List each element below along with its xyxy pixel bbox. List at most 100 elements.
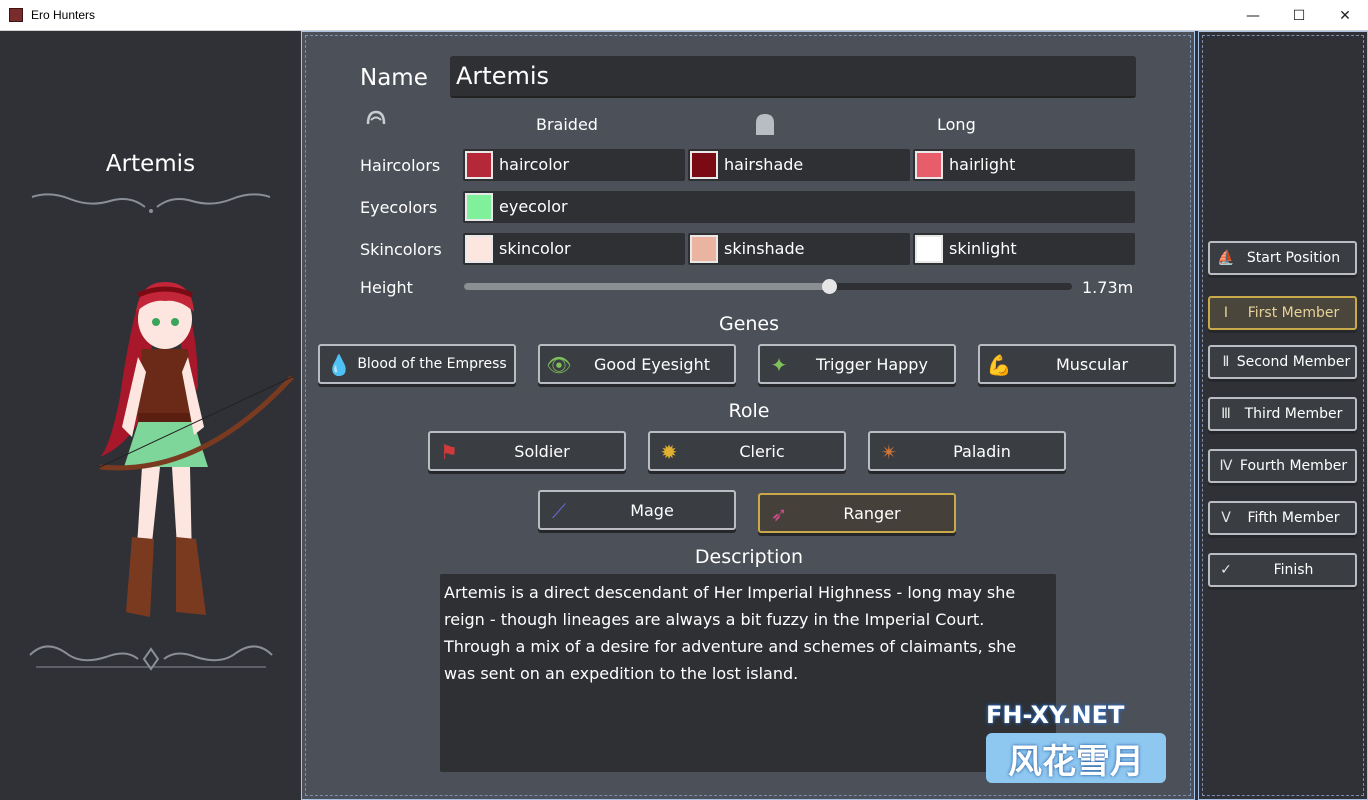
height-slider-knob[interactable] [821, 279, 837, 294]
gene-trigger-happy-button[interactable]: ✦ Trigger Happy [758, 344, 956, 384]
blood-drop-icon: 💧 [326, 353, 352, 377]
genes-heading: Genes [718, 313, 780, 335]
name-label: Name [360, 65, 428, 91]
haircolor-field[interactable]: haircolor [463, 149, 685, 181]
character-name-heading: Artemis [105, 151, 196, 177]
height-label: Height [360, 278, 413, 297]
name-input[interactable]: Artemis [450, 56, 1136, 98]
description-heading: Description [694, 546, 804, 568]
ornament-bottom-icon [26, 635, 276, 684]
skinlight-swatch[interactable] [915, 235, 943, 263]
party-label: First Member [1247, 305, 1340, 321]
cross-sun-icon: ✴ [880, 440, 898, 464]
checkmark-icon: ✓ [1220, 562, 1232, 578]
role-paladin-button[interactable]: ✴ Paladin [868, 431, 1066, 471]
height-slider-fill [464, 283, 829, 290]
sun-icon: ✹ [660, 440, 678, 464]
numeral-iv-icon: Ⅳ [1219, 458, 1233, 474]
numeral-ii-icon: Ⅱ [1222, 354, 1230, 370]
fifth-member-button[interactable]: Ⅴ Fifth Member [1208, 501, 1357, 535]
hairlight-field[interactable]: hairlight [913, 149, 1135, 181]
gene-blood-of-the-empress-button[interactable]: 💧 Blood of the Empress [318, 344, 516, 384]
party-sidebar: ⛵ Start Position Ⅰ First Member Ⅱ Second… [1198, 31, 1368, 800]
role-label: Ranger [843, 503, 901, 523]
minimize-button[interactable]: — [1230, 0, 1276, 31]
staff-icon: ⟋ [552, 499, 566, 523]
skinshade-field[interactable]: skinshade [688, 233, 910, 265]
height-value: 1.73m [1082, 278, 1134, 297]
role-label: Paladin [953, 441, 1011, 461]
gene-good-eyesight-button[interactable]: 👁 Good Eyesight [538, 344, 736, 384]
finish-button[interactable]: ✓ Finish [1208, 553, 1357, 587]
hair-back-style[interactable]: Long [937, 115, 976, 134]
role-heading: Role [728, 400, 770, 422]
skinshade-swatch[interactable] [690, 235, 718, 263]
maximize-button[interactable]: ☐ [1276, 0, 1322, 31]
hairlight-label: hairlight [949, 155, 1016, 174]
party-label: Second Member [1236, 354, 1351, 370]
description-textarea[interactable]: Artemis is a direct descendant of Her Im… [440, 574, 1056, 772]
party-label: Fifth Member [1247, 510, 1340, 526]
haircolor-swatch[interactable] [465, 151, 493, 179]
eyecolor-label: eyecolor [499, 197, 568, 216]
gene-label: Muscular [1055, 354, 1129, 374]
eyecolor-swatch[interactable] [465, 193, 493, 221]
skinlight-label: skinlight [949, 239, 1017, 258]
party-label: Third Member [1244, 406, 1343, 422]
app-icon [9, 8, 23, 22]
party-label: Fourth Member [1239, 458, 1348, 474]
height-slider-track[interactable] [464, 283, 1072, 290]
fourth-member-button[interactable]: Ⅳ Fourth Member [1208, 449, 1357, 483]
role-label: Soldier [514, 441, 570, 461]
hairlight-swatch[interactable] [915, 151, 943, 179]
skincolor-field[interactable]: skincolor [463, 233, 685, 265]
third-member-button[interactable]: Ⅲ Third Member [1208, 397, 1357, 431]
bow-icon: ➶ [770, 502, 788, 526]
hairshade-label: hairshade [724, 155, 804, 174]
gene-label: Blood of the Empress [357, 356, 507, 372]
window-title: Ero Hunters [31, 8, 96, 22]
role-mage-button[interactable]: ⟋ Mage [538, 490, 736, 530]
eyecolor-field[interactable]: eyecolor [463, 191, 1135, 223]
role-label: Mage [630, 500, 674, 520]
numeral-iii-icon: Ⅲ [1221, 406, 1231, 422]
skinshade-label: skinshade [724, 239, 805, 258]
hair-front-style[interactable]: Braided [536, 115, 598, 134]
party-label: Finish [1273, 562, 1314, 578]
hairshade-swatch[interactable] [690, 151, 718, 179]
skinlight-field[interactable]: skinlight [913, 233, 1135, 265]
close-button[interactable]: ✕ [1322, 0, 1368, 31]
watermark-logo: 风花雪月 [986, 733, 1166, 783]
arm-icon: 💪 [986, 353, 1012, 377]
skincolor-swatch[interactable] [465, 235, 493, 263]
eyecolors-label: Eyecolors [360, 198, 438, 217]
hairshade-field[interactable]: hairshade [688, 149, 910, 181]
hair-back-icon[interactable] [753, 113, 777, 140]
watermark: FH-XY.NET 风花雪月 [986, 701, 1166, 783]
numeral-i-icon: Ⅰ [1223, 305, 1229, 321]
pistol-icon: ✦ [770, 353, 788, 377]
banner-icon: ⚑ [440, 440, 458, 464]
gene-label: Trigger Happy [816, 354, 928, 374]
first-member-button[interactable]: Ⅰ First Member [1208, 296, 1357, 330]
skincolor-label: skincolor [499, 239, 571, 258]
ship-icon: ⛵ [1217, 250, 1235, 266]
role-cleric-button[interactable]: ✹ Cleric [648, 431, 846, 471]
hair-front-icon[interactable] [366, 110, 386, 133]
eye-icon: 👁 [546, 353, 572, 377]
skincolors-label: Skincolors [360, 240, 442, 259]
role-ranger-button[interactable]: ➶ Ranger [758, 493, 956, 533]
gene-muscular-button[interactable]: 💪 Muscular [978, 344, 1176, 384]
character-preview-panel: Artemis [0, 31, 301, 800]
haircolors-label: Haircolors [360, 156, 441, 175]
start-position-button[interactable]: ⛵ Start Position [1208, 241, 1357, 275]
role-soldier-button[interactable]: ⚑ Soldier [428, 431, 626, 471]
second-member-button[interactable]: Ⅱ Second Member [1208, 345, 1357, 379]
party-label: Start Position [1246, 250, 1341, 266]
character-editor-panel: Name Artemis Braided Long Haircolors hai… [301, 31, 1195, 800]
character-portrait [80, 277, 300, 626]
numeral-v-icon: Ⅴ [1221, 510, 1231, 526]
role-label: Cleric [739, 441, 785, 461]
window-titlebar: Ero Hunters — ☐ ✕ [0, 0, 1368, 31]
haircolor-label: haircolor [499, 155, 570, 174]
